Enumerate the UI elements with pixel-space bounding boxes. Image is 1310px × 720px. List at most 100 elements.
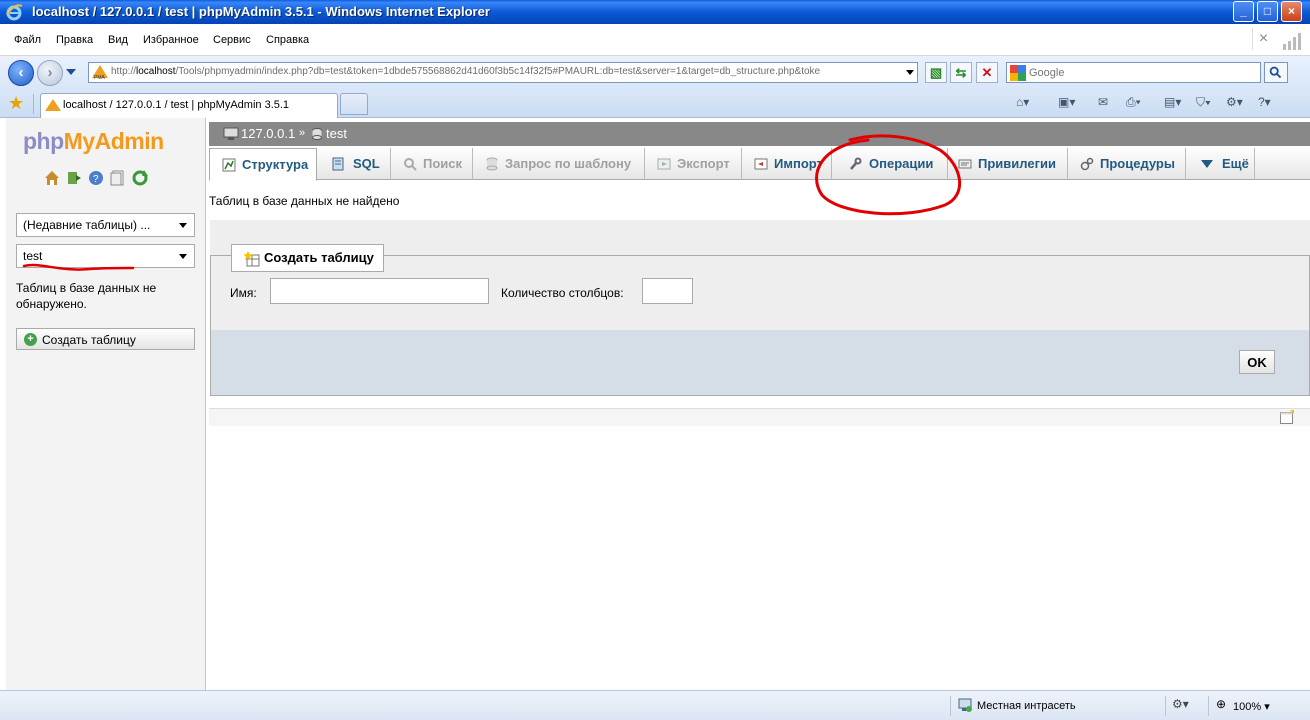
navigation-panel: phpMyAdmin ? (Недавние таблицы) ... test… <box>6 118 206 690</box>
search-box[interactable] <box>1006 62 1261 83</box>
database-select[interactable]: test <box>16 244 195 268</box>
tab-operations[interactable]: Операции <box>832 148 948 180</box>
server-icon <box>223 127 239 140</box>
tab-search[interactable]: Поиск <box>391 148 473 180</box>
search-icon <box>1269 66 1282 79</box>
help-icon[interactable]: ?▾ <box>1258 95 1284 113</box>
refresh-icon[interactable]: ⇆ <box>950 62 972 83</box>
browser-tab-row: ★ localhost / 127.0.0.1 / test | phpMyAd… <box>0 90 1310 118</box>
internet-explorer-icon <box>6 4 23 21</box>
create-table-link-label: Создать таблицу <box>42 333 136 347</box>
menu-bar: Файл Правка Вид Избранное Сервис Справка… <box>0 24 1310 56</box>
address-url: http://localhost/Tools/phpmyadmin/index.… <box>111 66 821 77</box>
create-table-link[interactable]: + Создать таблицу <box>16 328 195 350</box>
menu-edit[interactable]: Правка <box>56 34 93 46</box>
query-window-icon[interactable]: ? <box>88 170 104 186</box>
pma-favicon-icon: PMA <box>92 65 108 80</box>
new-window-icon[interactable] <box>1280 410 1294 424</box>
chevron-down-icon <box>179 254 187 259</box>
tab-routines[interactable]: Процедуры <box>1068 148 1186 180</box>
tab-privileges-label: Привилегии <box>978 156 1056 171</box>
menu-favorites[interactable]: Избранное <box>143 34 199 46</box>
phpmyadmin-logo[interactable]: phpMyAdmin <box>23 128 164 155</box>
tab-routines-label: Процедуры <box>1100 156 1175 171</box>
tab-structure[interactable]: Структура <box>209 148 317 181</box>
close-window-button[interactable]: × <box>1281 1 1302 22</box>
forward-button[interactable]: › <box>37 60 63 86</box>
search-button[interactable] <box>1264 62 1288 83</box>
database-icon <box>312 128 322 140</box>
search-input[interactable] <box>1029 65 1254 80</box>
database-select-value: test <box>23 249 43 263</box>
feeds-icon[interactable]: ▣▾ <box>1058 95 1084 113</box>
address-dropdown-icon[interactable] <box>906 70 914 75</box>
security-zone[interactable]: Местная интрасеть <box>977 700 1076 712</box>
privileges-icon <box>958 159 972 169</box>
plus-icon: + <box>24 333 37 346</box>
browser-tab[interactable]: localhost / 127.0.0.1 / test | phpMyAdmi… <box>40 93 338 118</box>
protected-mode-icon[interactable]: ⚙▾ <box>1172 697 1200 713</box>
maximize-button[interactable]: □ <box>1257 1 1278 22</box>
columns-count-input[interactable] <box>642 278 693 304</box>
breadcrumb-database[interactable]: test <box>326 126 347 141</box>
tab-privileges[interactable]: Привилегии <box>948 148 1068 180</box>
tab-search-label: Поиск <box>423 156 463 171</box>
home-icon[interactable] <box>44 170 60 186</box>
tab-query-by-example[interactable]: Запрос по шаблону <box>473 148 645 180</box>
create-table-legend-label: Создать таблицу <box>264 250 374 265</box>
close-menu-icon[interactable]: × <box>1252 28 1274 50</box>
menu-help[interactable]: Справка <box>266 34 309 46</box>
tab-more[interactable]: Ещё <box>1186 148 1255 180</box>
gear-icon[interactable]: ⚙▾ <box>1226 95 1252 113</box>
triangle-down-icon <box>1201 160 1213 168</box>
mail-icon[interactable]: ✉ <box>1098 95 1124 113</box>
new-tab-button[interactable] <box>340 93 368 115</box>
database-tabs: Структура SQL Поиск Запрос по шаблону Эк… <box>209 148 1310 181</box>
divider <box>1208 696 1209 716</box>
logout-icon[interactable] <box>66 170 82 186</box>
divider <box>1165 696 1166 716</box>
stop-icon[interactable]: ✕ <box>976 62 998 83</box>
zoom-level[interactable]: 100% ▾ <box>1233 700 1270 713</box>
back-button[interactable]: ‹ <box>8 60 34 86</box>
menu-view[interactable]: Вид <box>108 34 128 46</box>
tab-export[interactable]: Экспорт <box>645 148 742 180</box>
compatibility-icon[interactable]: ▧ <box>925 62 947 83</box>
status-bar: Местная интрасеть ⚙▾ ⊕ 100% ▾ <box>0 690 1310 720</box>
safety-icon[interactable]: ⛉▾ <box>1196 95 1222 113</box>
sql-icon <box>332 157 344 171</box>
address-bar[interactable]: PMA http://localhost/Tools/phpmyadmin/in… <box>88 62 918 83</box>
tab-import[interactable]: Импорт <box>742 148 832 180</box>
chevron-down-icon <box>179 223 187 228</box>
tab-sql[interactable]: SQL <box>317 148 391 180</box>
export-icon <box>657 158 671 170</box>
window-title: localhost / 127.0.0.1 / test | phpMyAdmi… <box>32 4 490 19</box>
main-content: 127.0.0.1 » test Структура SQL Поиск Зап… <box>207 118 1310 690</box>
no-tables-note: Таблиц в базе данных не обнаружено. <box>16 281 157 311</box>
documentation-icon[interactable] <box>110 170 126 186</box>
svg-text:PMA: PMA <box>94 75 106 80</box>
favorites-star-icon[interactable]: ★ <box>8 93 24 114</box>
reload-icon[interactable] <box>132 170 148 186</box>
menu-file[interactable]: Файл <box>14 34 41 46</box>
ok-button[interactable]: OK <box>1239 350 1275 374</box>
tab-export-label: Экспорт <box>677 156 730 171</box>
table-name-input[interactable] <box>270 278 489 304</box>
search-icon <box>404 158 417 171</box>
create-table-footer: OK <box>210 330 1310 396</box>
address-toolbar: ‹ › PMA http://localhost/Tools/phpmyadmi… <box>0 56 1310 90</box>
query-icon <box>486 157 498 171</box>
history-dropdown-icon[interactable] <box>66 69 76 75</box>
home-icon[interactable]: ⌂▾ <box>1016 95 1042 113</box>
print-icon[interactable]: ⎙▾ <box>1126 95 1152 113</box>
breadcrumb-server[interactable]: 127.0.0.1 <box>241 126 295 141</box>
minimize-button[interactable]: _ <box>1233 1 1254 22</box>
page-icon[interactable]: ▤▾ <box>1164 95 1190 113</box>
menu-tools[interactable]: Сервис <box>213 34 251 46</box>
routines-icon <box>1080 157 1094 171</box>
recent-tables-select[interactable]: (Недавние таблицы) ... <box>16 213 195 237</box>
wrench-icon <box>850 157 862 170</box>
columns-count-label: Количество столбцов: <box>501 286 624 300</box>
breadcrumb: 127.0.0.1 » test <box>209 122 1310 146</box>
tab-import-label: Импорт <box>774 156 823 171</box>
